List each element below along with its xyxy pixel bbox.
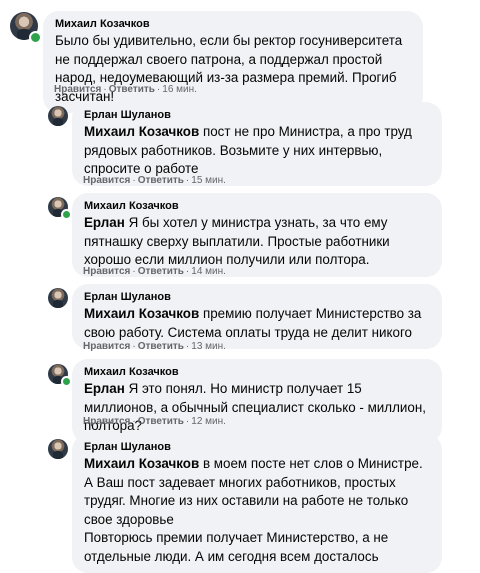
reply-button[interactable]: Ответить (138, 266, 184, 277)
reply-button[interactable]: Ответить (138, 416, 184, 427)
mention-link[interactable]: Ерлан (84, 215, 125, 230)
comment-text: Ерлан Я бы хотел у министра узнать, за ч… (84, 215, 390, 267)
like-button[interactable]: Нравится (83, 341, 130, 352)
avatar[interactable] (48, 439, 68, 459)
comment-author[interactable]: Ерлан Шуланов (84, 108, 430, 123)
comment-timestamp[interactable]: 14 мин. (191, 266, 226, 277)
reply-button[interactable]: Ответить (138, 175, 184, 186)
comment-bubble: Михаил Козачков Ерлан Я это понял. Но ми… (72, 359, 442, 443)
comment-bubble: Ерлан Шуланов Михаил Козачков в моем пос… (72, 434, 442, 573)
comment-timestamp[interactable]: 12 мин. (191, 416, 226, 427)
like-button[interactable]: Нравится (83, 175, 130, 186)
comment-author[interactable]: Михаил Козачков (55, 17, 411, 32)
comment-author[interactable]: Ерлан Шуланов (84, 290, 430, 305)
mention-link[interactable]: Михаил Козачков (84, 456, 199, 471)
mention-link[interactable]: Михаил Козачков (84, 124, 199, 139)
comment-actions: Нравится · Ответить · 14 мин. (83, 266, 226, 277)
comment-timestamp[interactable]: 15 мин. (191, 175, 226, 186)
comment-bubble: Михаил Козачков Ерлан Я бы хотел у минис… (72, 193, 442, 277)
online-status-indicator (29, 31, 42, 44)
comment-timestamp[interactable]: 16 мин. (162, 84, 197, 95)
comment-text: Михаил Козачков в моем посте нет слов о … (84, 456, 423, 527)
avatar[interactable] (48, 106, 68, 126)
like-button[interactable]: Нравится (83, 416, 130, 427)
mention-link[interactable]: Ерлан (84, 381, 125, 396)
comment-text: Михаил Козачков премию получает Министер… (84, 306, 422, 340)
like-button[interactable]: Нравится (54, 84, 101, 95)
like-button[interactable]: Нравится (83, 266, 130, 277)
comment-text-paragraph: Повторюсь премии получает Министерство, … (84, 530, 389, 564)
avatar[interactable] (48, 288, 68, 308)
online-status-indicator (61, 209, 72, 220)
comment-actions: Нравится · Ответить · 16 мин. (54, 84, 197, 95)
comment-actions: Нравится · Ответить · 13 мин. (83, 341, 226, 352)
mention-link[interactable]: Михаил Козачков (84, 306, 199, 321)
comment-actions: Нравится · Ответить · 12 мин. (83, 416, 226, 427)
online-status-indicator (61, 376, 72, 387)
comment-author[interactable]: Михаил Козачков (84, 365, 430, 380)
comment-author[interactable]: Михаил Козачков (84, 199, 430, 214)
comment-bubble: Ерлан Шуланов Михаил Козачков пост не пр… (72, 102, 442, 186)
reply-button[interactable]: Ответить (138, 341, 184, 352)
comment-author[interactable]: Ерлан Шуланов (84, 440, 430, 455)
comment-timestamp[interactable]: 13 мин. (191, 341, 226, 352)
comment-text: Михаил Козачков пост не про Министра, а … (84, 124, 412, 176)
comment-actions: Нравится · Ответить · 15 мин. (83, 175, 226, 186)
comment-bubble: Михаил Козачков Было бы удивительно, есл… (43, 11, 423, 113)
reply-button[interactable]: Ответить (109, 84, 155, 95)
comment-bubble: Ерлан Шуланов Михаил Козачков премию пол… (72, 284, 442, 349)
